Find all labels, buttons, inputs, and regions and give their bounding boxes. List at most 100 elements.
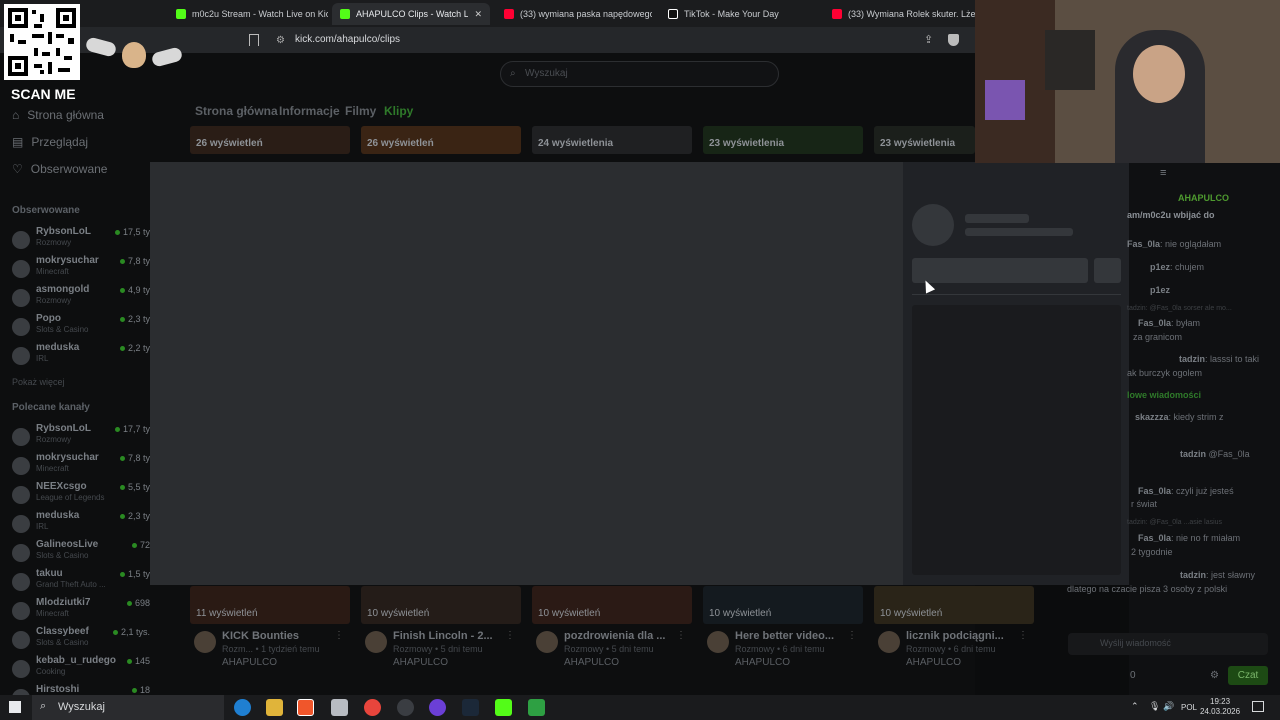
chat-message: ak burczyk ogolem (1127, 368, 1203, 378)
clip-thumbnail[interactable]: 23 wyświetlenia (703, 126, 863, 154)
clip-thumbnail[interactable]: 11 wyświetleń (190, 586, 350, 624)
messenger-icon[interactable] (429, 699, 446, 716)
edge-icon[interactable] (234, 699, 251, 716)
clip-card[interactable]: KICK Bounties Rozm... • 1 tydzień temu AHA… (190, 630, 350, 675)
site-settings-icon[interactable]: ⚙ (276, 35, 285, 46)
chat-message: tadzin: lasssi to taki (1179, 354, 1260, 364)
sidebar-channel[interactable]: Mlodziutki7 Minecraft 698 (10, 597, 150, 625)
sidebar-channel[interactable]: kebab_u_rudego Cooking 145 (10, 655, 150, 683)
clock[interactable]: 19:23 24.03.2026 (1200, 697, 1240, 717)
clip-thumbnail[interactable]: 24 wyświetlenia (532, 126, 692, 154)
recommended-heading: Polecane kanały (12, 402, 90, 413)
sidebar-channel[interactable]: RybsonLoL Rozmowy 17,7 ty (10, 423, 150, 451)
live-dot (126, 659, 132, 665)
chat-message: Fas_0la: nie oglądałam (1127, 239, 1222, 249)
volume-icon[interactable]: 🔊 (1163, 701, 1174, 712)
kick-icon[interactable] (495, 699, 512, 716)
more-options-icon[interactable]: ⋮ (505, 630, 515, 641)
chat-message: Fas_0la: czyli już jesteś (1138, 486, 1234, 496)
more-options-icon[interactable]: ⋮ (334, 630, 344, 641)
sidebar-channel[interactable]: mokrysuchar Minecraft 7,8 ty (10, 452, 150, 480)
notifications-icon[interactable] (1252, 701, 1264, 712)
nav-home[interactable]: Strona główna (195, 104, 278, 118)
close-tab-icon[interactable]: ✕ (474, 9, 482, 20)
chat-input[interactable]: Wyślij wiadomość (1068, 633, 1268, 655)
clip-thumbnail[interactable]: 10 wyświetleń (532, 586, 692, 624)
avatar (12, 544, 30, 562)
sidebar-channel[interactable]: meduska IRL 2,3 ty (10, 510, 150, 538)
clip-thumbnail[interactable]: 26 wyświetleń (190, 126, 350, 154)
sidebar-channel[interactable]: RybsonLoL Rozmowy 17,5 ty (10, 226, 150, 254)
app-icon[interactable] (331, 699, 348, 716)
more-options-icon[interactable]: ⋮ (1018, 630, 1028, 641)
sidebar-home[interactable]: ⌂ Strona główna (12, 108, 104, 122)
clip-card[interactable]: Finish Lincoln - 2... Rozmowy • 5 dni tem… (361, 630, 521, 675)
skeleton-avatar (912, 204, 954, 246)
clip-thumbnail[interactable]: 10 wyświetleń (703, 586, 863, 624)
show-more-link[interactable]: Pokaż więcej (12, 377, 65, 387)
tab-youtube-pasek[interactable]: (33) wymiana paska napędowego sk (496, 3, 652, 25)
clip-card[interactable]: licznik podciągni... Rozmowy • 6 dni temu… (874, 630, 1034, 675)
sidebar-browse[interactable]: ▤ Przeglądaj (12, 135, 88, 149)
sidebar-channel[interactable]: NEEXcsgo League of Legends 5,5 ty (10, 481, 150, 509)
chat-menu-icon[interactable]: ≡ (1160, 167, 1166, 179)
sidebar-channel[interactable]: meduska IRL 2,2 ty (10, 342, 150, 370)
sidebar-channel[interactable]: Hirstoshi 18 (10, 684, 150, 695)
nav-clips[interactable]: Klipy (384, 104, 413, 118)
clip-thumbnail[interactable]: 23 wyświetlenia (874, 126, 975, 154)
kick-icon (340, 9, 350, 19)
brave-shield-icon[interactable] (948, 34, 959, 46)
sidebar-channel[interactable]: GalineosLive Slots & Casino 72 (10, 539, 150, 567)
sidebar-channel[interactable]: asmongold Rozmowy 4,9 ty (10, 284, 150, 312)
sidebar-channel[interactable]: takuu Grand Theft Auto ... 1,5 ty (10, 568, 150, 596)
tab-m0c2u[interactable]: m0c2u Stream - Watch Live on Kick (168, 3, 328, 25)
url-text[interactable]: kick.com/ahapulco/clips (295, 34, 400, 45)
clip-thumbnail[interactable]: 26 wyświetleń (361, 126, 521, 154)
clip-card[interactable]: pozdrowienia dla ... Rozmowy • 5 dni temu… (532, 630, 692, 675)
brave-icon[interactable] (297, 699, 314, 716)
avatar (12, 573, 30, 591)
clip-thumbnail[interactable]: 10 wyświetleń (874, 586, 1034, 624)
search-input[interactable]: ⌕ Wyszukaj (500, 61, 779, 87)
avatar (365, 631, 387, 653)
avatar (12, 631, 30, 649)
sidebar-channel[interactable]: Classybeef Slots & Casino 2,1 tys. (10, 626, 150, 654)
nav-videos[interactable]: Filmy (345, 104, 376, 118)
taskbar-search[interactable]: ⌕ Wyszukaj (32, 695, 224, 720)
avatar (12, 289, 30, 307)
tray-chevron-icon[interactable]: ⌃ (1131, 701, 1139, 712)
skeleton-line (965, 214, 1029, 223)
send-chat-button[interactable]: Czat (1228, 666, 1268, 685)
streamer-face (1133, 45, 1185, 103)
sidebar-following[interactable]: ♡ Obserwowane (12, 162, 107, 176)
clip-player-modal[interactable] (150, 162, 903, 585)
share-icon[interactable]: ⇪ (924, 33, 933, 46)
chat-message: za granicom (1133, 332, 1183, 342)
bookmark-icon[interactable] (249, 34, 259, 46)
app-icon[interactable] (397, 699, 414, 716)
sidebar-channel[interactable]: Popo Slots & Casino 2,3 ty (10, 313, 150, 341)
live-dot (119, 514, 125, 520)
tab-tiktok[interactable]: TikTok - Make Your Day (660, 3, 810, 25)
sidebar-channel[interactable]: mokrysuchar Minecraft 7,8 ty (10, 255, 150, 283)
more-options-icon[interactable]: ⋮ (847, 630, 857, 641)
app-icon[interactable] (528, 699, 545, 716)
live-dot (114, 230, 120, 236)
search-icon: ⌕ (40, 700, 47, 712)
tab-ahapulco-clips[interactable]: AHAPULCO Clips - Watch Live o ✕ (332, 3, 490, 25)
clip-card[interactable]: Here better video... Rozmowy • 6 dni temu… (703, 630, 863, 675)
clip-thumbnail[interactable]: 10 wyświetleń (361, 586, 521, 624)
file-explorer-icon[interactable] (266, 699, 283, 716)
chat-message: tadzin: @Fas_0la sorser ale mo... (1127, 305, 1232, 312)
chrome-icon[interactable] (364, 699, 381, 716)
microphone-icon[interactable]: 🎙 (1149, 701, 1160, 712)
settings-icon[interactable]: ⚙ (1210, 670, 1219, 681)
windows-start-icon[interactable] (9, 701, 21, 713)
nav-info[interactable]: Informacje (279, 104, 340, 118)
pinned-user: AHAPULCO (1178, 193, 1229, 203)
avatar (12, 318, 30, 336)
steam-icon[interactable] (462, 699, 479, 716)
more-options-icon[interactable]: ⋮ (676, 630, 686, 641)
tab-youtube-rolki[interactable]: (33) Wymiana Rolek skuter. Lżejsze (824, 3, 975, 25)
language-indicator[interactable]: POL (1181, 703, 1197, 712)
